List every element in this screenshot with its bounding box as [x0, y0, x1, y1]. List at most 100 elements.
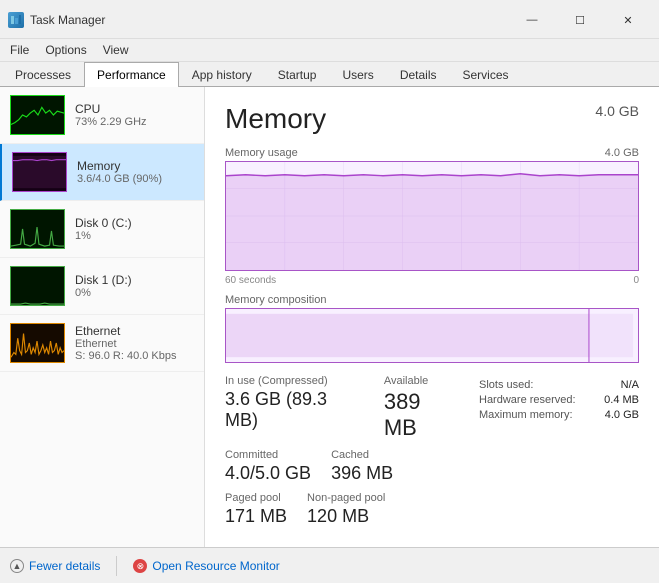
- tab-app-history[interactable]: App history: [179, 62, 265, 87]
- disk1-info: Disk 1 (D:) 0%: [75, 273, 194, 299]
- slots-used-row: Slots used: N/A: [479, 379, 639, 391]
- tab-details[interactable]: Details: [387, 62, 450, 87]
- disk1-mini-graph: [10, 266, 65, 306]
- ethernet-mini-graph: [10, 323, 65, 363]
- paged-pool-label: Paged pool: [225, 492, 287, 504]
- disk1-subtitle: 0%: [75, 287, 194, 299]
- stats-right: Slots used: N/A Hardware reserved: 0.4 M…: [479, 375, 639, 527]
- non-paged-pool-value: 120 MB: [307, 506, 385, 527]
- committed-label: Committed: [225, 449, 311, 461]
- content-header: Memory 4.0 GB: [225, 103, 639, 135]
- memory-mini-graph: [12, 152, 67, 192]
- sidebar-item-disk0[interactable]: Disk 0 (C:) 1%: [0, 201, 204, 258]
- max-memory-row: Maximum memory: 4.0 GB: [479, 409, 639, 421]
- slots-used-label: Slots used:: [479, 379, 533, 391]
- stats-container: In use (Compressed) 3.6 GB (89.3 MB) Ava…: [225, 375, 639, 527]
- ethernet-speed: S: 96.0 R: 40.0 Kbps: [75, 350, 194, 362]
- tab-performance[interactable]: Performance: [84, 62, 179, 87]
- time-end: 0: [633, 275, 639, 286]
- menu-options[interactable]: Options: [39, 41, 92, 59]
- memory-comp-svg: [226, 309, 638, 362]
- title-bar: Task Manager — ☐ ✕: [0, 0, 659, 39]
- cpu-subtitle: 73% 2.29 GHz: [75, 116, 194, 128]
- memory-usage-chart: [225, 161, 639, 271]
- cpu-info: CPU 73% 2.29 GHz: [75, 102, 194, 128]
- stats-row-2: Committed 4.0/5.0 GB Cached 396 MB: [225, 449, 459, 484]
- slots-used-value: N/A: [621, 379, 639, 391]
- disk0-subtitle: 1%: [75, 230, 194, 242]
- title-bar-left: Task Manager: [8, 12, 105, 28]
- sidebar-item-ethernet[interactable]: Ethernet Ethernet S: 96.0 R: 40.0 Kbps: [0, 315, 204, 372]
- memory-composition-container: Memory composition: [225, 294, 639, 363]
- composition-label-text: Memory composition: [225, 294, 326, 306]
- usage-max-text: 4.0 GB: [605, 147, 639, 159]
- cpu-mini-graph: [10, 95, 65, 135]
- available-label: Available: [384, 375, 459, 387]
- hw-reserved-value: 0.4 MB: [604, 394, 639, 406]
- bottom-bar: ▲ Fewer details ⊗ Open Resource Monitor: [0, 547, 659, 583]
- in-use-label: In use (Compressed): [225, 375, 364, 387]
- stat-committed: Committed 4.0/5.0 GB: [225, 449, 311, 484]
- tab-startup[interactable]: Startup: [265, 62, 330, 87]
- resource-monitor-icon: ⊗: [133, 559, 147, 573]
- tab-bar: Processes Performance App history Startu…: [0, 62, 659, 87]
- ethernet-info: Ethernet Ethernet S: 96.0 R: 40.0 Kbps: [75, 324, 194, 362]
- ethernet-subtitle: Ethernet: [75, 338, 194, 350]
- sidebar: CPU 73% 2.29 GHz Memory 3.6/4.0 GB (90%): [0, 87, 205, 547]
- memory-info: Memory 3.6/4.0 GB (90%): [77, 159, 194, 185]
- memory-subtitle: 3.6/4.0 GB (90%): [77, 173, 194, 185]
- cached-value: 396 MB: [331, 463, 393, 484]
- content-panel: Memory 4.0 GB Memory usage 4.0 GB: [205, 87, 659, 547]
- menu-file[interactable]: File: [4, 41, 35, 59]
- disk0-title: Disk 0 (C:): [75, 216, 194, 230]
- tab-services[interactable]: Services: [450, 62, 522, 87]
- menu-view[interactable]: View: [97, 41, 135, 59]
- maximize-button[interactable]: ☐: [557, 6, 603, 34]
- close-button[interactable]: ✕: [605, 6, 651, 34]
- stat-in-use: In use (Compressed) 3.6 GB (89.3 MB): [225, 375, 364, 441]
- stats-row-3: Paged pool 171 MB Non-paged pool 120 MB: [225, 492, 459, 527]
- minimize-button[interactable]: —: [509, 6, 555, 34]
- stat-available: Available 389 MB: [384, 375, 459, 441]
- task-manager-icon: [8, 12, 24, 28]
- app-title: Task Manager: [30, 13, 105, 27]
- sidebar-item-disk1[interactable]: Disk 1 (D:) 0%: [0, 258, 204, 315]
- memory-usage-svg: [226, 162, 638, 270]
- menu-bar: File Options View: [0, 39, 659, 62]
- title-bar-controls: — ☐ ✕: [509, 6, 651, 34]
- open-resource-monitor-label: Open Resource Monitor: [152, 559, 279, 573]
- tab-processes[interactable]: Processes: [2, 62, 84, 87]
- disk0-info: Disk 0 (C:) 1%: [75, 216, 194, 242]
- cpu-title: CPU: [75, 102, 194, 116]
- memory-composition-chart: [225, 308, 639, 363]
- cached-label: Cached: [331, 449, 393, 461]
- bottom-separator: [116, 556, 117, 576]
- fewer-details-label: Fewer details: [29, 559, 100, 573]
- page-title: Memory: [225, 103, 326, 135]
- stat-paged-pool: Paged pool 171 MB: [225, 492, 287, 527]
- stats-row-1: In use (Compressed) 3.6 GB (89.3 MB) Ava…: [225, 375, 459, 441]
- stat-non-paged-pool: Non-paged pool 120 MB: [307, 492, 385, 527]
- chart-time-label: 60 seconds 0: [225, 275, 639, 286]
- tab-users[interactable]: Users: [329, 62, 386, 87]
- available-value: 389 MB: [384, 389, 459, 441]
- usage-chart-label: Memory usage 4.0 GB: [225, 147, 639, 159]
- stat-cached: Cached 396 MB: [331, 449, 393, 484]
- composition-chart-label: Memory composition: [225, 294, 639, 306]
- stats-left: In use (Compressed) 3.6 GB (89.3 MB) Ava…: [225, 375, 459, 527]
- disk1-title: Disk 1 (D:): [75, 273, 194, 287]
- disk0-mini-graph: [10, 209, 65, 249]
- max-memory-label: Maximum memory:: [479, 409, 573, 421]
- fewer-details-link[interactable]: ▲ Fewer details: [10, 559, 100, 573]
- total-memory-value: 4.0 GB: [595, 103, 639, 119]
- usage-label-text: Memory usage: [225, 147, 298, 159]
- paged-pool-value: 171 MB: [225, 506, 287, 527]
- open-resource-monitor-link[interactable]: ⊗ Open Resource Monitor: [133, 559, 279, 573]
- max-memory-value: 4.0 GB: [605, 409, 639, 421]
- time-start: 60 seconds: [225, 275, 276, 286]
- sidebar-item-cpu[interactable]: CPU 73% 2.29 GHz: [0, 87, 204, 144]
- hw-reserved-label: Hardware reserved:: [479, 394, 576, 406]
- memory-usage-chart-container: Memory usage 4.0 GB: [225, 147, 639, 286]
- sidebar-item-memory[interactable]: Memory 3.6/4.0 GB (90%): [0, 144, 204, 201]
- committed-value: 4.0/5.0 GB: [225, 463, 311, 484]
